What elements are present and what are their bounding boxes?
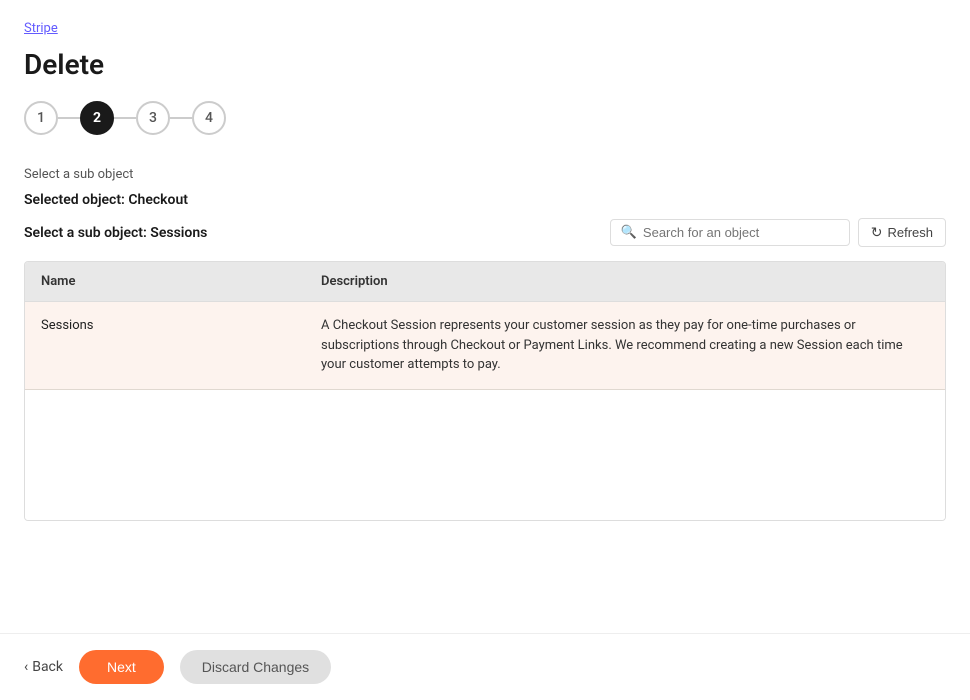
- selected-object-label: Selected object: Checkout: [24, 192, 946, 208]
- refresh-label: Refresh: [887, 225, 933, 240]
- sub-object-title: Select a sub object: Sessions: [24, 225, 207, 241]
- step-3: 3: [136, 101, 170, 135]
- step-4: 4: [192, 101, 226, 135]
- row-name: Sessions: [25, 302, 305, 389]
- back-label: Back: [32, 659, 63, 675]
- search-icon: 🔍: [621, 225, 637, 240]
- search-box: 🔍: [610, 219, 850, 246]
- sub-object-row: Select a sub object: Sessions 🔍 ↻ Refres…: [24, 218, 946, 247]
- step-line-1: [58, 117, 80, 119]
- back-link[interactable]: ‹ Back: [24, 659, 63, 675]
- step-line-2: [114, 117, 136, 119]
- search-refresh-group: 🔍 ↻ Refresh: [610, 218, 946, 247]
- next-button[interactable]: Next: [79, 650, 164, 684]
- section-label: Select a sub object: [24, 167, 946, 182]
- refresh-icon: ↻: [871, 224, 883, 241]
- table: Name Description Sessions A Checkout Ses…: [24, 261, 946, 521]
- table-row[interactable]: Sessions A Checkout Session represents y…: [25, 302, 945, 390]
- table-empty-area: [25, 390, 945, 520]
- search-input[interactable]: [643, 225, 839, 240]
- table-header: Name Description: [25, 262, 945, 302]
- row-description: A Checkout Session represents your custo…: [305, 302, 945, 389]
- back-arrow-icon: ‹: [24, 659, 28, 675]
- step-2: 2: [80, 101, 114, 135]
- step-line-3: [170, 117, 192, 119]
- column-description: Description: [305, 262, 945, 301]
- step-1: 1: [24, 101, 58, 135]
- column-name: Name: [25, 262, 305, 301]
- bottom-actions: ‹ Back Next Discard Changes: [0, 633, 970, 700]
- page-title: Delete: [24, 48, 946, 81]
- discard-button[interactable]: Discard Changes: [180, 650, 331, 684]
- stepper: 1 2 3 4: [24, 101, 946, 135]
- breadcrumb-link[interactable]: Stripe: [24, 21, 58, 36]
- refresh-button[interactable]: ↻ Refresh: [858, 218, 946, 247]
